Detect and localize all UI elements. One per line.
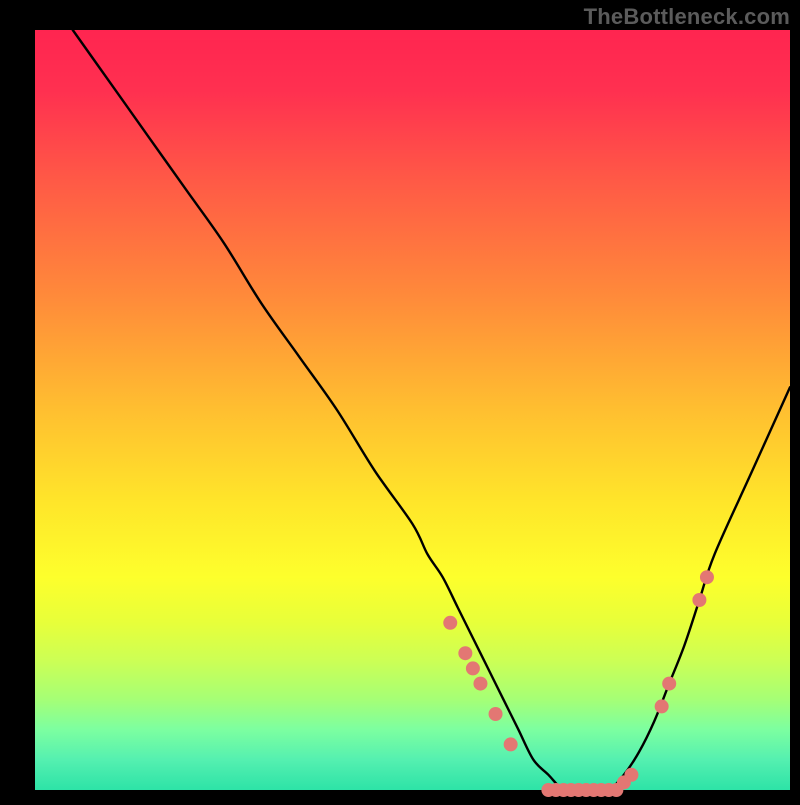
highlight-dot xyxy=(443,616,457,630)
highlight-dot xyxy=(504,737,518,751)
watermark-text: TheBottleneck.com xyxy=(584,4,790,30)
chart-frame: TheBottleneck.com xyxy=(0,0,800,800)
highlight-dot xyxy=(700,570,714,584)
highlight-dot xyxy=(624,768,638,782)
highlight-dot xyxy=(466,661,480,675)
highlight-dot xyxy=(458,646,472,660)
plot-area xyxy=(35,30,790,790)
highlight-dot xyxy=(662,677,676,691)
highlight-dot xyxy=(692,593,706,607)
highlight-dot xyxy=(655,699,669,713)
bottleneck-chart xyxy=(0,0,800,800)
highlight-dot xyxy=(473,677,487,691)
highlight-dot xyxy=(489,707,503,721)
